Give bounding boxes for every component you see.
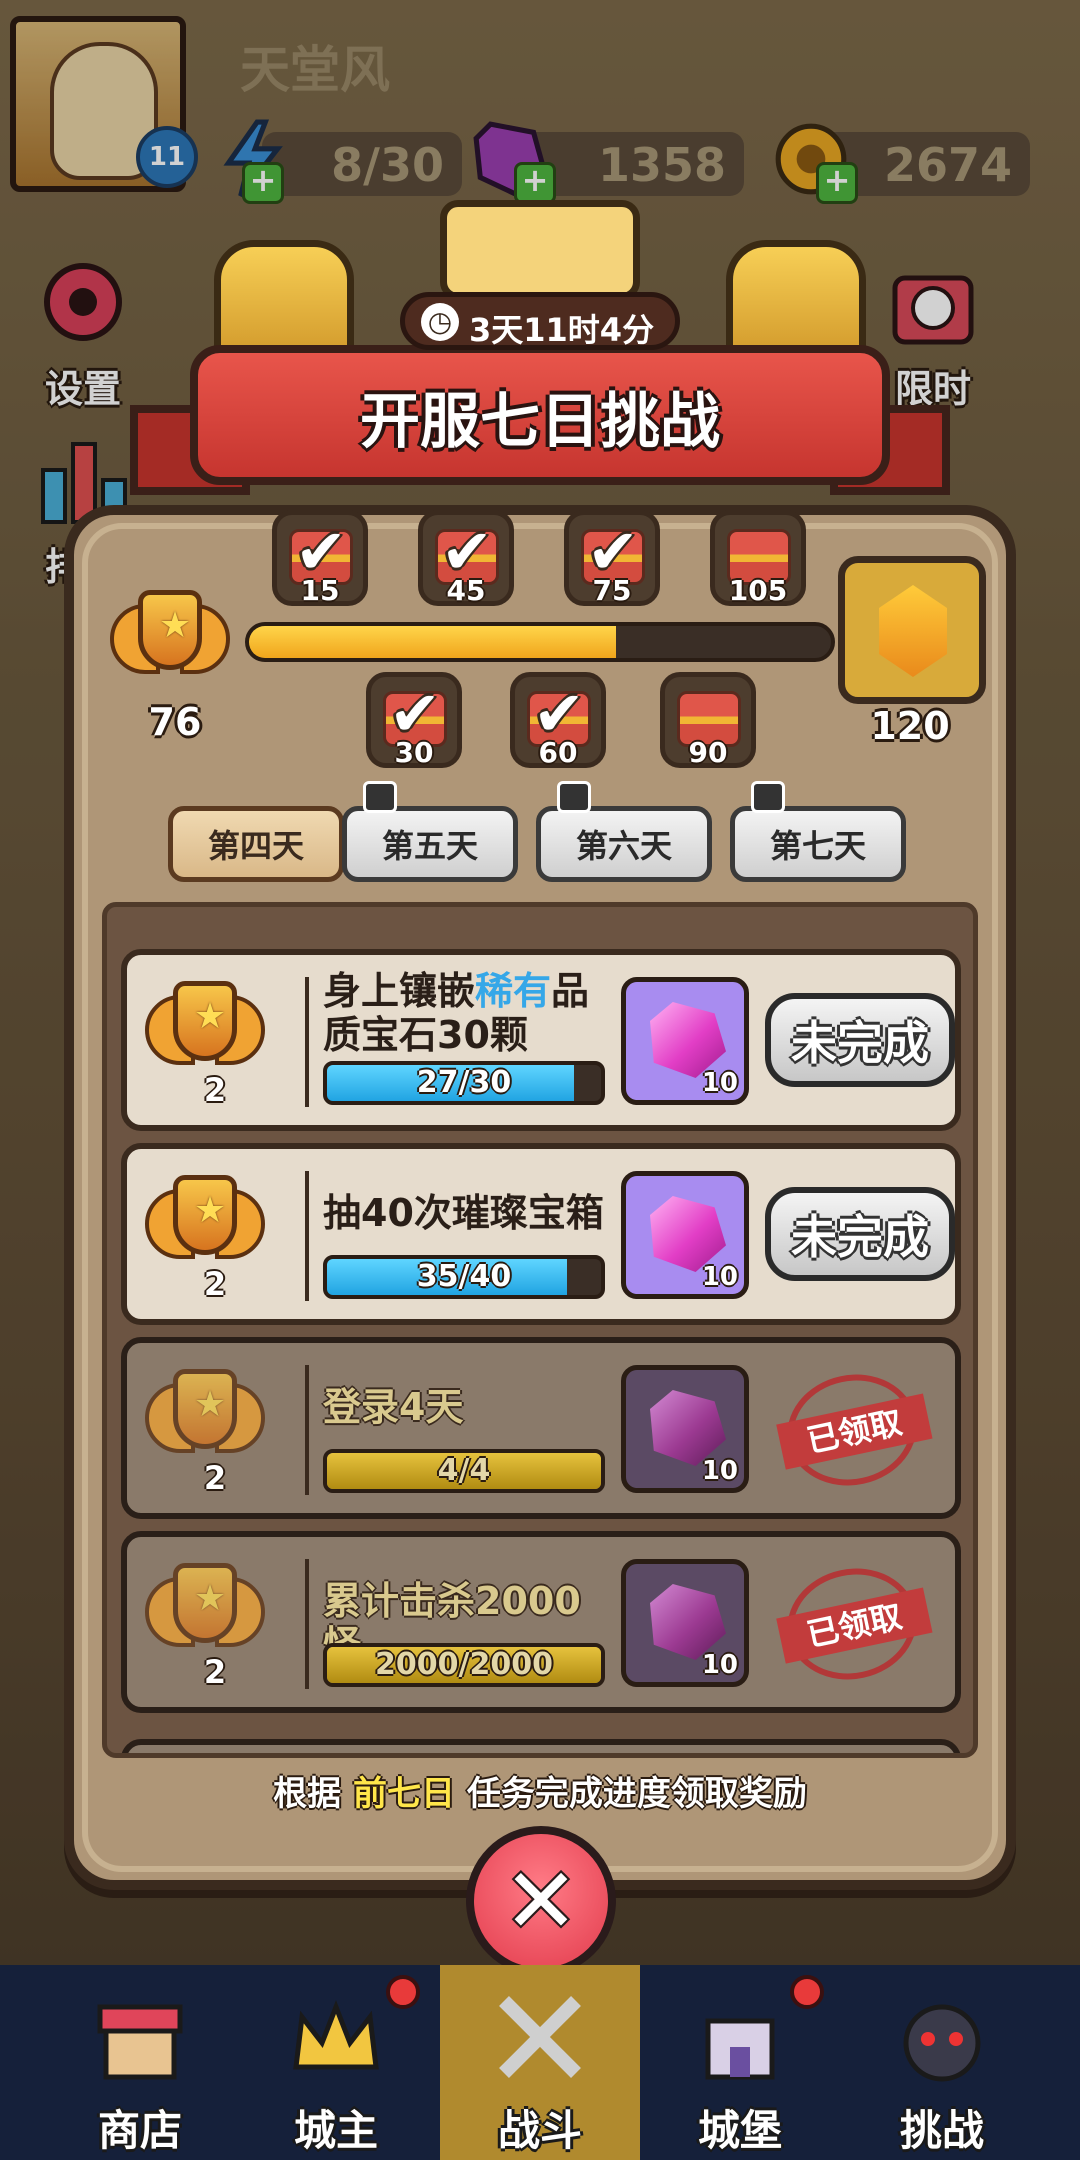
task-row: ★ 2 抽40次璀璨宝箱 35/40 10 未完成 <box>121 1143 961 1325</box>
event-timer: ◷ 3天11时4分 <box>400 292 680 350</box>
task-description: 登录4天 <box>323 1385 464 1429</box>
star-icon: ★ <box>158 605 192 646</box>
milestone-progress-bar <box>245 622 835 662</box>
gift-box-icon <box>440 200 640 300</box>
task-points: 2 <box>203 1653 227 1691</box>
close-icon: ✕ <box>503 1848 579 1954</box>
task-reward-gem[interactable]: 10 <box>621 977 749 1105</box>
star-icon: ★ <box>193 1578 227 1619</box>
task-reward-gem: 10 <box>621 1559 749 1687</box>
current-points: 76 <box>148 700 202 744</box>
task-row: ★ 2 累计击杀2000怪 2000/2000 10 已领取 <box>121 1531 961 1713</box>
bottom-nav: 商店 城主 战斗 城堡 挑战 <box>0 1965 1080 2160</box>
lock-icon <box>751 781 785 813</box>
task-progress-bar: 35/40 <box>323 1255 605 1299</box>
final-reward-chest[interactable] <box>838 556 986 704</box>
nav-shop[interactable]: 商店 <box>40 1965 240 2160</box>
star-icon: ★ <box>193 1190 227 1231</box>
milestone-chest-90[interactable]: 90 <box>660 672 756 769</box>
nav-castle[interactable]: 城堡 <box>640 1965 840 2160</box>
castle-icon <box>705 2018 775 2080</box>
task-points: 2 <box>203 1459 227 1497</box>
notification-dot <box>386 1975 420 2009</box>
tab-day-6[interactable]: 第六天 <box>536 781 712 882</box>
event-title: 开服七日挑战 <box>360 387 720 457</box>
lock-icon <box>557 781 591 813</box>
milestone-chest-60[interactable]: ✔ 60 <box>510 672 606 769</box>
task-row: ★ 2 登录4天 4/4 10 已领取 <box>121 1337 961 1519</box>
event-title-banner: 开服七日挑战 <box>130 345 950 495</box>
gem-icon <box>650 1196 726 1272</box>
claimed-stamp: 已领取 <box>776 1556 933 1692</box>
milestone-chest-30[interactable]: ✔ 30 <box>366 672 462 769</box>
close-button[interactable]: ✕ <box>466 1826 616 1976</box>
task-status-button[interactable]: 未完成 <box>765 1187 955 1281</box>
nav-challenge[interactable]: 挑战 <box>842 1965 1042 2160</box>
task-row: ★ 2 身上镶嵌稀有品质宝石30颗 27/30 10 未完成 <box>121 949 961 1131</box>
tab-day-4[interactable]: 第四天 <box>168 806 344 882</box>
gem-icon <box>650 1002 726 1078</box>
task-points: 2 <box>203 1071 227 1109</box>
milestone-chest-75[interactable]: ✔ 75 <box>564 510 660 607</box>
task-reward-gem: 10 <box>621 1365 749 1493</box>
notification-dot <box>790 1975 824 2009</box>
task-reward-gem[interactable]: 10 <box>621 1171 749 1299</box>
max-points: 120 <box>870 704 950 748</box>
tab-day-5[interactable]: 第五天 <box>342 781 518 882</box>
amber-gem-icon <box>879 585 947 677</box>
task-points: 2 <box>203 1265 227 1303</box>
task-description: 身上镶嵌稀有品质宝石30颗 <box>323 969 590 1057</box>
nav-battle[interactable]: 战斗 <box>440 1965 640 2160</box>
gem-icon <box>650 1390 726 1466</box>
claimed-stamp: 已领取 <box>776 1362 933 1498</box>
timer-text: 3天11时4分 <box>469 311 655 349</box>
milestone-progress-fill <box>249 626 616 658</box>
crown-icon <box>293 2000 379 2070</box>
task-progress-bar: 4/4 <box>323 1449 605 1493</box>
star-icon: ★ <box>193 996 227 1037</box>
points-medal-icon: ★ <box>110 582 230 702</box>
crossed-swords-icon <box>499 1996 581 2078</box>
nav-lord[interactable]: 城主 <box>236 1965 436 2160</box>
milestone-chest-45[interactable]: ✔ 45 <box>418 510 514 607</box>
task-status-button[interactable]: 未完成 <box>765 993 955 1087</box>
event-hint: 根据 前七日 任务完成进度领取奖励 <box>273 1774 807 1814</box>
demon-face-icon <box>903 2004 981 2082</box>
star-icon: ★ <box>193 1384 227 1425</box>
task-progress-bar: 27/30 <box>323 1061 605 1105</box>
clock-icon: ◷ <box>421 303 459 341</box>
milestone-chest-105[interactable]: 105 <box>710 510 806 607</box>
task-row <box>121 1739 961 1753</box>
task-list[interactable]: ★ 2 身上镶嵌稀有品质宝石30颗 27/30 10 未完成 ★ 2 抽40次璀… <box>102 902 978 1758</box>
tab-day-7[interactable]: 第七天 <box>730 781 906 882</box>
shop-icon <box>97 2004 183 2080</box>
task-description: 抽40次璀璨宝箱 <box>323 1191 604 1235</box>
gem-icon <box>650 1584 726 1660</box>
milestone-chest-15[interactable]: ✔ 15 <box>272 510 368 607</box>
lock-icon <box>363 781 397 813</box>
task-progress-bar: 2000/2000 <box>323 1643 605 1687</box>
